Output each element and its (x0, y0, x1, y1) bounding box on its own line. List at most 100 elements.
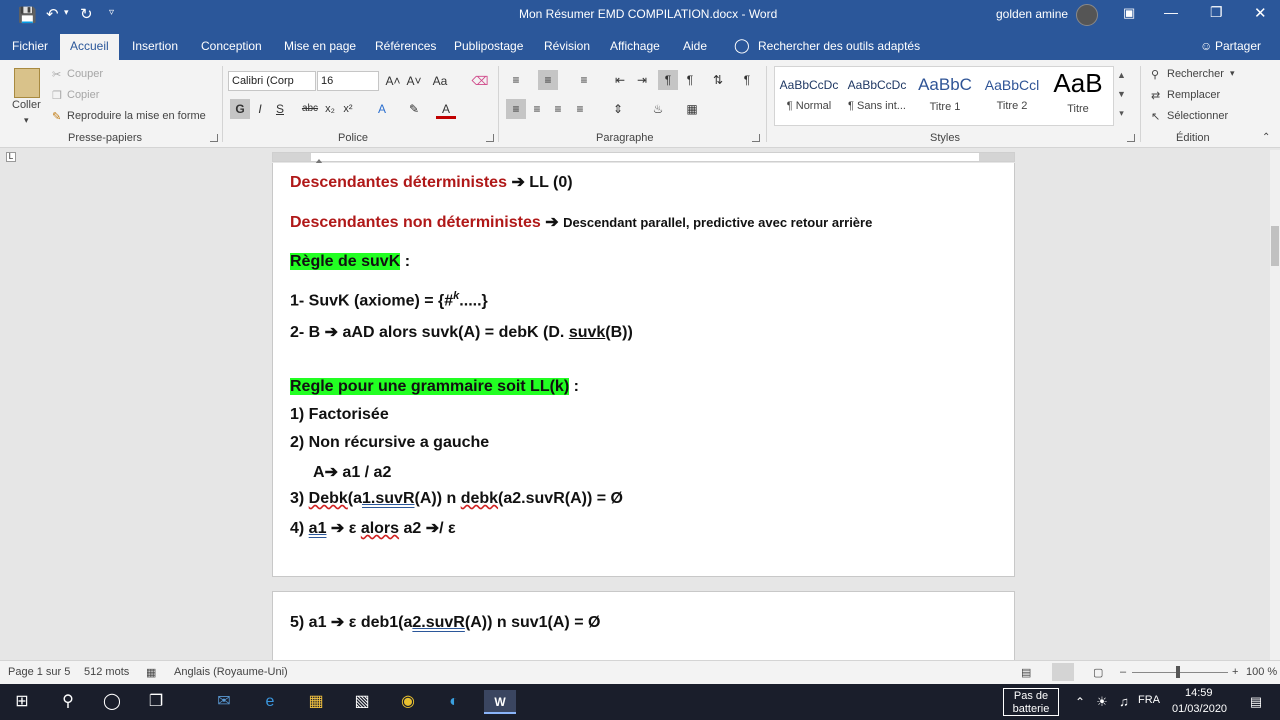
increase-indent-icon[interactable]: ⇥ (632, 70, 652, 90)
doc-line[interactable]: 1- SuvK (axiome) = {#k.....} (290, 290, 488, 310)
file-explorer-icon[interactable]: ▦ (304, 690, 328, 714)
find-icon[interactable]: ⚲ (1151, 68, 1159, 81)
format-painter-button[interactable]: Reproduire la mise en forme (67, 110, 206, 122)
decrease-indent-icon[interactable]: ⇤ (610, 70, 630, 90)
tab-accueil[interactable]: Accueil (60, 34, 119, 60)
font-size-combo[interactable]: 16 (317, 71, 379, 91)
paste-dropdown-icon[interactable]: ▾ (24, 115, 29, 126)
style-normal[interactable]: AaBbCcDc ¶ Normal (775, 66, 843, 122)
align-right-icon[interactable]: ≡ (548, 99, 568, 119)
volume-icon[interactable]: ♫ (1112, 690, 1136, 714)
numbering-icon[interactable]: ≡ (538, 70, 558, 90)
app-icon[interactable]: ◐ (442, 690, 466, 714)
tab-publipostage[interactable]: Publipostage (454, 39, 523, 53)
ltr-direction-icon[interactable]: ¶ (658, 70, 678, 90)
paste-button[interactable]: Coller (12, 99, 41, 111)
grow-font-icon[interactable]: A˄ (383, 71, 403, 91)
zoom-level[interactable]: 100 % (1246, 666, 1277, 678)
align-center-icon[interactable]: ≡ (527, 99, 547, 119)
doc-line[interactable]: A➔ a1 / a2 (313, 462, 391, 482)
select-icon[interactable]: ↖ (1151, 110, 1160, 123)
tab-references[interactable]: Références (375, 39, 436, 53)
tab-selector-icon[interactable]: L (6, 152, 16, 162)
maximize-icon[interactable]: ❐ (1210, 4, 1223, 21)
zoom-out-icon[interactable]: – (1120, 666, 1126, 678)
tab-aide[interactable]: Aide (683, 39, 707, 53)
edge-icon[interactable]: e (258, 690, 282, 714)
document-area[interactable]: Descendantes déterministes ➔ LL (0) Desc… (0, 163, 1270, 660)
redo-icon[interactable]: ↻ (80, 5, 93, 23)
close-icon[interactable]: ✕ (1254, 4, 1267, 22)
shrink-font-icon[interactable]: A˅ (404, 71, 424, 91)
font-launcher-icon[interactable] (486, 134, 494, 142)
replace-button[interactable]: Remplacer (1167, 89, 1220, 101)
paste-icon[interactable] (14, 68, 40, 98)
cut-icon[interactable]: ✂ (52, 68, 61, 81)
vertical-scrollbar[interactable] (1270, 150, 1280, 660)
clipboard-launcher-icon[interactable] (210, 134, 218, 142)
line-spacing-icon[interactable]: ⇕ (608, 99, 628, 119)
style-heading-1[interactable]: AaBbC Titre 1 (911, 66, 979, 122)
italic-icon[interactable]: I (250, 99, 270, 119)
zoom-slider[interactable] (1132, 672, 1228, 673)
borders-icon[interactable]: ▦ (682, 99, 702, 119)
doc-heading[interactable]: Regle pour une grammaire soit LL(k) : (290, 378, 579, 396)
clear-formatting-icon[interactable]: ⌫ (470, 71, 490, 91)
styles-launcher-icon[interactable] (1127, 134, 1135, 142)
horizontal-ruler[interactable] (272, 152, 1015, 164)
document-page-2[interactable]: 5) a1 ➔ ε deb1(a2.suvR(A)) n suv1(A) = Ø (272, 591, 1015, 660)
doc-line[interactable]: Descendantes déterministes ➔ LL (0) (290, 172, 573, 192)
tab-conception[interactable]: Conception (201, 39, 262, 53)
doc-line[interactable]: 4) a1 ➔ ε alors a2 ➔/ ε (290, 518, 456, 538)
doc-line[interactable]: 2- B ➔ aAD alors suvk(A) = debK (D. suvk… (290, 322, 633, 342)
justify-icon[interactable]: ≡ (570, 99, 590, 119)
word-count[interactable]: 512 mots (84, 666, 129, 678)
minimize-icon[interactable]: — (1164, 4, 1178, 20)
format-painter-icon[interactable]: ✎ (52, 110, 61, 123)
doc-line[interactable]: Descendantes non déterministes ➔ Descend… (290, 212, 872, 232)
scroll-thumb[interactable] (1271, 226, 1279, 266)
style-title[interactable]: AaB Titre (1044, 66, 1112, 122)
doc-line[interactable]: 2) Non récursive a gauche (290, 434, 489, 452)
copy-button[interactable]: Copier (67, 89, 99, 101)
network-icon[interactable]: ☀ (1090, 690, 1114, 714)
styles-scroll-icon[interactable]: ▲ ▼ ▾ (1113, 66, 1129, 126)
doc-heading[interactable]: Règle de suvK : (290, 253, 410, 271)
tell-me-search[interactable]: Rechercher des outils adaptés (758, 39, 920, 53)
tab-affichage[interactable]: Affichage (610, 39, 660, 53)
print-layout-icon[interactable] (1052, 663, 1074, 681)
language-status[interactable]: Anglais (Royaume-Uni) (174, 666, 288, 678)
customize-toolbar-icon[interactable]: ▿ (109, 7, 114, 18)
battery-status[interactable]: Pas de batterie (1003, 688, 1059, 716)
ribbon-display-icon[interactable]: ▣ (1123, 5, 1135, 21)
cut-button[interactable]: Couper (67, 68, 103, 80)
avatar[interactable] (1076, 4, 1098, 26)
show-hidden-icons[interactable]: ⌃ (1068, 690, 1092, 714)
highlight-icon[interactable]: ✎ (404, 99, 424, 119)
tab-mise-en-page[interactable]: Mise en page (284, 39, 356, 53)
word-taskbar-icon[interactable]: W (484, 690, 516, 714)
sort-icon[interactable]: ⇅ (708, 70, 728, 90)
select-button[interactable]: Sélectionner (1167, 110, 1228, 122)
style-no-spacing[interactable]: AaBbCcDc ¶ Sans int... (843, 66, 911, 122)
superscript-icon[interactable]: x² (338, 99, 358, 119)
strikethrough-icon[interactable]: abc (300, 99, 320, 119)
rtl-direction-icon[interactable]: ¶ (680, 70, 700, 90)
find-button[interactable]: Rechercher (1167, 68, 1224, 80)
multilevel-list-icon[interactable]: ≡ (574, 70, 594, 90)
collapse-ribbon-icon[interactable]: ⌃ (1262, 132, 1270, 143)
copy-icon[interactable]: ❐ (52, 89, 62, 102)
save-icon[interactable]: 💾 (18, 6, 37, 24)
tab-fichier[interactable]: Fichier (12, 39, 48, 53)
font-name-combo[interactable]: Calibri (Corp (228, 71, 316, 91)
underline-icon[interactable]: S (270, 99, 290, 119)
subscript-icon[interactable]: x₂ (320, 99, 340, 119)
undo-dropdown-icon[interactable]: ▾ (64, 7, 69, 18)
input-language[interactable]: FRA (1138, 694, 1160, 706)
cortana-icon[interactable]: ◯ (100, 690, 124, 714)
doc-line[interactable]: 3) Debk(a1.suvR(A)) n debk(a2.suvR(A)) =… (290, 490, 623, 508)
tab-insertion[interactable]: Insertion (132, 39, 178, 53)
tab-revision[interactable]: Révision (544, 39, 590, 53)
document-page[interactable]: Descendantes déterministes ➔ LL (0) Desc… (272, 163, 1015, 577)
chrome-icon[interactable]: ◉ (396, 690, 420, 714)
